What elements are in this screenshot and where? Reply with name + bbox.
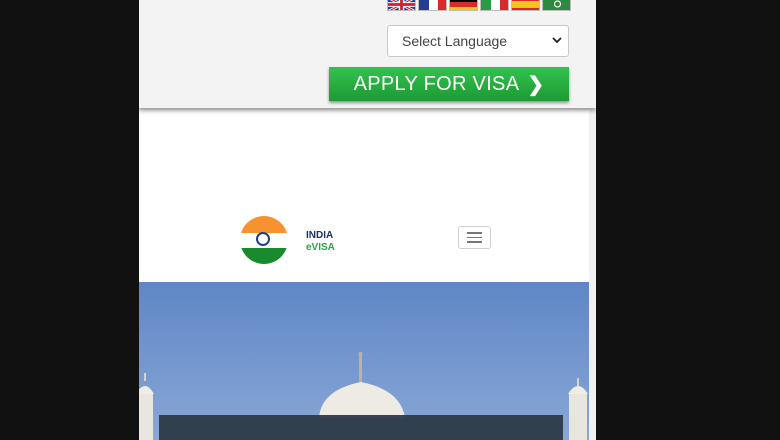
hero-overlay-panel [159, 415, 563, 440]
menu-toggle-button[interactable] [458, 226, 491, 249]
chevron-down-icon [552, 35, 562, 48]
apply-button-label: APPLY FOR VISA [353, 72, 520, 95]
language-select[interactable]: Select Language [387, 25, 569, 57]
uk-flag-icon[interactable] [387, 0, 416, 11]
ashoka-chakra-icon [256, 232, 270, 246]
italy-flag-icon[interactable] [480, 0, 509, 11]
brand-line-1: INDIA [306, 230, 334, 241]
site-header: INDIA eVISA [139, 110, 589, 282]
hamburger-icon [467, 232, 482, 234]
spain-flag-icon[interactable] [511, 0, 540, 11]
india-flag-logo-icon[interactable] [240, 216, 288, 264]
language-bar: Select Language APPLY FOR VISA ❯ [139, 0, 596, 108]
brand-line-2: eVISA [306, 242, 335, 253]
language-select-value: Select Language [402, 33, 508, 49]
apply-for-visa-button[interactable]: APPLY FOR VISA ❯ [329, 67, 569, 101]
chevron-right-icon: ❯ [527, 73, 545, 96]
saudi-flag-icon[interactable] [542, 0, 571, 11]
france-flag-icon[interactable] [418, 0, 447, 11]
germany-flag-icon[interactable] [449, 0, 478, 11]
brand-name[interactable]: INDIA eVISA [306, 230, 335, 254]
browser-viewport: Select Language APPLY FOR VISA ❯ INDIA e… [139, 0, 596, 440]
page-gutter [589, 110, 596, 440]
language-flags [387, 0, 571, 11]
hero-image-taj-mahal [139, 282, 589, 440]
